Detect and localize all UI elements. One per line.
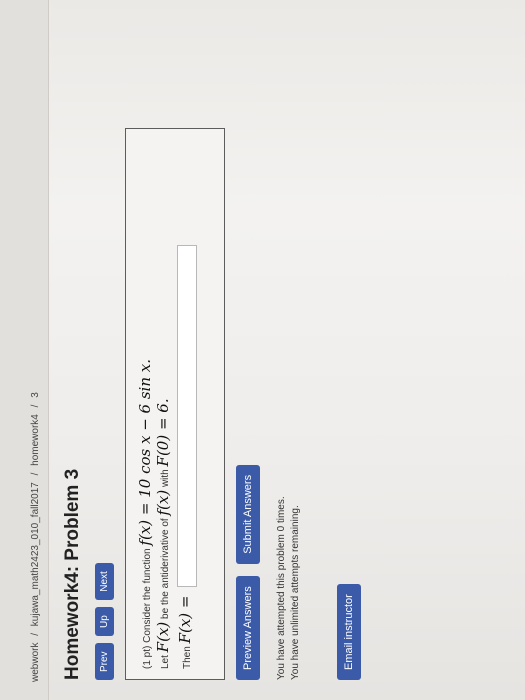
email-instructor-button[interactable]: Email instructor [337,584,361,680]
email-instructor-area: Email instructor [337,576,361,680]
antiderivative-symbol: F(x) [154,621,172,653]
breadcrumb-item[interactable]: kujawa_math2423_010_fall2017 [30,482,41,626]
attempt-status: You have attempted this problem 0 times.… [275,496,303,680]
webwork-screen: webwork / kujawa_math2423_010_fall2017 /… [0,0,525,700]
page-title: Homework4: Problem 3 [62,468,83,680]
antiderivative-text: be the antiderivative of [160,518,171,619]
breadcrumb-separator: / [30,404,41,408]
problem-prefix: (1 pt) Consider the function [142,548,153,669]
next-button[interactable]: Next [95,563,114,600]
breadcrumb-item: 3 [30,392,41,398]
function-symbol: f(x) [154,489,172,516]
breadcrumb-separator: / [30,472,41,476]
breadcrumb-separator: / [30,632,41,636]
problem-line-2: Let F(x) be the antiderivative of f(x) w… [154,398,172,669]
top-bar [0,0,49,700]
remaining-attempts-text: You have unlimited attempts remaining. [290,505,301,680]
attempt-count-text: You have attempted this problem 0 times. [276,496,287,680]
prev-button[interactable]: Prev [95,643,114,680]
breadcrumb-item[interactable]: webwork [30,643,41,682]
problem-box: (1 pt) Consider the function f(x) = 10 c… [125,128,225,680]
preview-answers-button[interactable]: Preview Answers [236,576,260,680]
problem-line-1: (1 pt) Consider the function f(x) = 10 c… [136,359,154,669]
answer-label: F(x) = [176,595,194,644]
breadcrumb-item[interactable]: homework4 [30,414,41,466]
with-label: with [160,469,171,488]
let-label: Let [160,655,171,669]
answer-actions: Preview Answers Submit Answers [236,457,260,680]
up-button[interactable]: Up [95,607,114,636]
initial-condition: F(0) = 6. [154,398,172,467]
then-label: Then [182,646,193,669]
problem-line-3: Then F(x) = [176,244,198,669]
problem-navigation: Prev Up Next [94,560,114,680]
answer-input[interactable] [177,244,198,587]
function-expression: f(x) = 10 cos x − 6 sin x. [136,358,154,546]
breadcrumb: webwork / kujawa_math2423_010_fall2017 /… [30,388,41,682]
submit-answers-button[interactable]: Submit Answers [236,464,260,564]
